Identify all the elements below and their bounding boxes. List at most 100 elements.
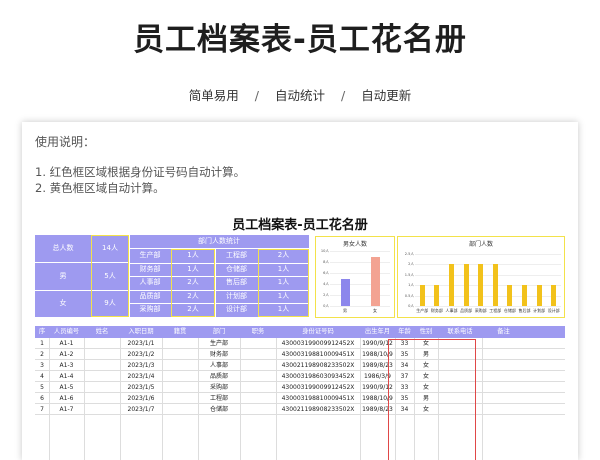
- table-cell[interactable]: 2023/1/3: [120, 360, 162, 371]
- table-cell[interactable]: A1-5: [49, 382, 84, 393]
- table-cell[interactable]: [162, 360, 198, 371]
- gridline: [415, 274, 561, 276]
- table-cell[interactable]: 1: [35, 338, 49, 349]
- table-cell[interactable]: 生产部: [198, 338, 240, 349]
- column-header[interactable]: 人员编号: [49, 326, 84, 338]
- table-cell[interactable]: A1-1: [49, 338, 84, 349]
- table-cell[interactable]: 430003199009912452X: [276, 382, 360, 393]
- bar: [419, 285, 425, 306]
- column-header[interactable]: 性别: [414, 326, 438, 338]
- table-cell[interactable]: [482, 338, 525, 349]
- x-category-label: 女: [373, 308, 377, 313]
- table-cell[interactable]: 6: [35, 393, 49, 404]
- table-cell[interactable]: [240, 393, 276, 404]
- table-cell[interactable]: A1-3: [49, 360, 84, 371]
- table-cell[interactable]: 3: [35, 360, 49, 371]
- table-cell[interactable]: 2023/1/6: [120, 393, 162, 404]
- table-cell[interactable]: [482, 404, 525, 415]
- grid-line: [120, 338, 121, 460]
- table-cell[interactable]: [84, 382, 120, 393]
- dept-name: 设计部: [226, 305, 247, 314]
- table-cell[interactable]: 430003198603093452X: [276, 371, 360, 382]
- table-cell[interactable]: A1-7: [49, 404, 84, 415]
- table-cell[interactable]: 4: [35, 371, 49, 382]
- table-cell[interactable]: [240, 404, 276, 415]
- table-cell[interactable]: [162, 404, 198, 415]
- table-cell[interactable]: 2: [35, 349, 49, 360]
- dept-name: 售后部: [226, 278, 247, 287]
- table-cell[interactable]: 430003199009912452X: [276, 338, 360, 349]
- table-cell[interactable]: [482, 349, 525, 360]
- table-cell[interactable]: 人事部: [198, 360, 240, 371]
- table-cell[interactable]: 430003198810009451X: [276, 393, 360, 404]
- column-header[interactable]: 籍贯: [162, 326, 198, 338]
- table-cell[interactable]: [240, 349, 276, 360]
- table-row[interactable]: 2 A1-2 2023/1/2 财务部 430003198810009451X 1988/…: [35, 349, 565, 360]
- table-cell[interactable]: 2023/1/5: [120, 382, 162, 393]
- table-row[interactable]: 5 A1-5 2023/1/5 采购部 430003199009912452X 1990/…: [35, 382, 565, 393]
- female-label: 女: [59, 299, 67, 307]
- grid-line: [482, 338, 483, 460]
- table-cell[interactable]: 品质部: [198, 371, 240, 382]
- table-cell[interactable]: [240, 382, 276, 393]
- chart-title: 部门人数: [468, 241, 493, 248]
- auto-calc-highlight: [91, 235, 129, 317]
- table-cell[interactable]: A1-2: [49, 349, 84, 360]
- table-cell[interactable]: [240, 371, 276, 382]
- column-header[interactable]: 入职日期: [120, 326, 162, 338]
- table-cell[interactable]: 仓储部: [198, 404, 240, 415]
- table-cell[interactable]: [162, 371, 198, 382]
- table-cell[interactable]: [482, 393, 525, 404]
- table-cell[interactable]: [84, 349, 120, 360]
- column-header[interactable]: 部门: [198, 326, 240, 338]
- table-cell[interactable]: 财务部: [198, 349, 240, 360]
- table-cell[interactable]: [482, 371, 525, 382]
- table-row[interactable]: 3 A1-3 2023/1/3 人事部 430021198908233502X 1989/…: [35, 360, 565, 371]
- table-cell[interactable]: 2023/1/2: [120, 349, 162, 360]
- id-calc-highlight: [388, 339, 476, 460]
- column-header[interactable]: 备注: [482, 326, 525, 338]
- column-header[interactable]: 身份证号码: [276, 326, 360, 338]
- table-cell[interactable]: A1-4: [49, 371, 84, 382]
- table-cell[interactable]: 2023/1/7: [120, 404, 162, 415]
- total-label: 总人数: [52, 244, 74, 252]
- x-category-label: 售后部: [518, 308, 531, 313]
- column-header[interactable]: 出生年月: [360, 326, 395, 338]
- table-row[interactable]: 4 A1-4 2023/1/4 品质部 430003198603093452X 1986/…: [35, 371, 565, 382]
- table-cell[interactable]: 采购部: [198, 382, 240, 393]
- table-cell[interactable]: [84, 393, 120, 404]
- table-cell[interactable]: [240, 338, 276, 349]
- table-cell[interactable]: [482, 360, 525, 371]
- column-header[interactable]: 序: [35, 326, 49, 338]
- column-header[interactable]: 联系电话: [438, 326, 482, 338]
- dept-chart: 部门人数 2.5人 2人 1.5人 1人 0.5人 0人 生产部 财务部 人事部 品质部 采购部 工程…: [397, 236, 565, 318]
- table-row[interactable]: 1 A1-1 2023/1/1 生产部 430003199009912452X 1990/…: [35, 338, 565, 349]
- table-cell[interactable]: [162, 393, 198, 404]
- table-cell[interactable]: [162, 338, 198, 349]
- tagline-separator: /: [341, 88, 346, 103]
- table-cell[interactable]: 7: [35, 404, 49, 415]
- table-row[interactable]: 6 A1-6 2023/1/6 工程部 430003198810009451X 1988/…: [35, 393, 565, 404]
- column-header[interactable]: 职务: [240, 326, 276, 338]
- column-header[interactable]: 姓名: [84, 326, 120, 338]
- table-cell[interactable]: 工程部: [198, 393, 240, 404]
- table-row[interactable]: 7 A1-7 2023/1/7 仓储部 430021198908233502X 1989/…: [35, 404, 565, 415]
- column-header[interactable]: 年龄: [395, 326, 414, 338]
- table-cell[interactable]: [162, 349, 198, 360]
- table-cell[interactable]: 430021198908233502X: [276, 404, 360, 415]
- table-cell[interactable]: 430021198908233502X: [276, 360, 360, 371]
- instructions-title: 使用说明：: [35, 135, 96, 149]
- table-cell[interactable]: [162, 382, 198, 393]
- table-cell[interactable]: 5: [35, 382, 49, 393]
- table-cell[interactable]: A1-6: [49, 393, 84, 404]
- table-cell[interactable]: [240, 360, 276, 371]
- table-cell[interactable]: 430003198810009451X: [276, 349, 360, 360]
- table-cell[interactable]: 2023/1/4: [120, 371, 162, 382]
- table-cell[interactable]: [84, 371, 120, 382]
- table-cell[interactable]: [84, 338, 120, 349]
- table-cell[interactable]: [84, 404, 120, 415]
- table-cell[interactable]: [482, 382, 525, 393]
- table-cell[interactable]: [84, 360, 120, 371]
- summary-panel: 总人数 14人 男 5人 女 9人 部门人数统计 生产部 1人 工程部 2人 财务部 1人…: [35, 235, 309, 317]
- table-cell[interactable]: 2023/1/1: [120, 338, 162, 349]
